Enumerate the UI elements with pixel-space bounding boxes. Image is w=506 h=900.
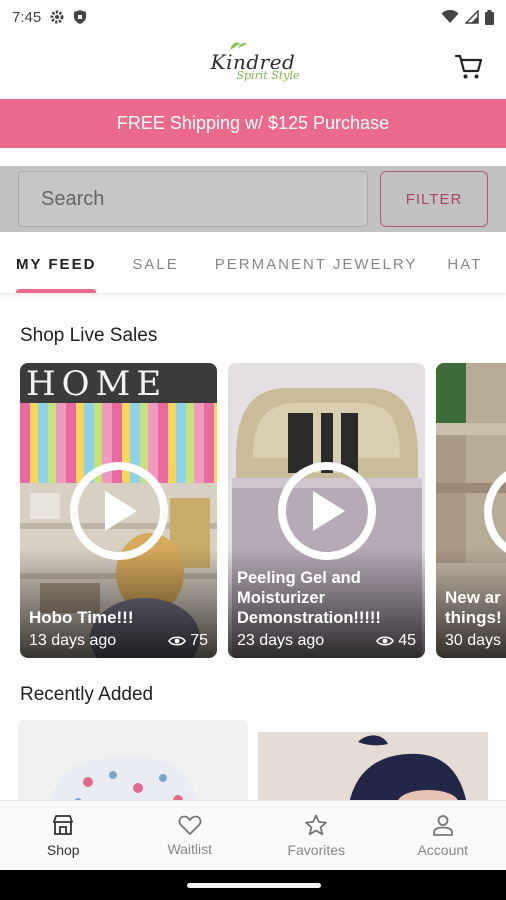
product-image bbox=[258, 732, 488, 810]
category-tabs: MY FEED SALE PERMANENT JEWELRY HAT bbox=[0, 236, 506, 294]
bottom-navigation: Shop Waitlist Favorites Account bbox=[0, 800, 506, 870]
nav-shop[interactable]: Shop bbox=[0, 801, 127, 870]
eye-icon bbox=[168, 636, 187, 646]
home-gesture-handle[interactable] bbox=[187, 883, 321, 888]
tab-hat[interactable]: HAT bbox=[447, 236, 483, 293]
promo-banner[interactable]: FREE Shipping w/ $125 Purchase bbox=[0, 99, 506, 148]
product-image bbox=[18, 720, 248, 810]
wifi-icon bbox=[441, 10, 459, 24]
live-sale-title: New ar things! bbox=[445, 588, 502, 627]
tab-label: HAT bbox=[447, 256, 483, 273]
nav-account[interactable]: Account bbox=[380, 801, 506, 870]
live-sale-card[interactable]: New ar things! 30 days bbox=[436, 363, 506, 658]
nav-label: Favorites bbox=[287, 841, 346, 858]
status-time: 7:45 bbox=[12, 8, 42, 26]
nav-label: Account bbox=[417, 842, 469, 858]
battery-icon bbox=[485, 9, 494, 25]
filter-button[interactable]: FILTER bbox=[380, 171, 488, 227]
active-tab-indicator bbox=[16, 288, 97, 293]
cart-button[interactable] bbox=[454, 52, 484, 82]
search-input[interactable] bbox=[18, 171, 368, 227]
brand-logo[interactable]: Kindred Spirit Style bbox=[207, 52, 300, 81]
tab-label: PERMANENT JEWELRY bbox=[214, 256, 418, 273]
nav-label: Shop bbox=[46, 842, 80, 858]
live-sale-age: 23 days ago bbox=[237, 632, 325, 649]
section-title-recently-added: Recently Added bbox=[20, 684, 154, 705]
svg-text:HOME: HOME bbox=[26, 364, 167, 404]
person-icon bbox=[432, 815, 453, 836]
play-icon[interactable] bbox=[69, 462, 168, 560]
live-sale-card[interactable]: HOME Hobo Time!!! 13 days ago 75 bbox=[20, 363, 217, 658]
live-sale-views: 45 bbox=[398, 632, 416, 649]
live-sale-meta: 30 days bbox=[445, 632, 506, 650]
system-navigation-bar bbox=[0, 870, 506, 900]
play-icon[interactable] bbox=[277, 462, 376, 560]
settings-gear-icon bbox=[49, 9, 65, 25]
tab-label: SALE bbox=[132, 256, 179, 273]
product-card[interactable] bbox=[18, 720, 248, 810]
tab-sale[interactable]: SALE bbox=[132, 236, 179, 293]
live-sale-age: 30 days bbox=[445, 632, 502, 649]
promo-text: FREE Shipping w/ $125 Purchase bbox=[116, 113, 390, 133]
section-title-live-sales: Shop Live Sales bbox=[20, 325, 158, 346]
signal-icon bbox=[465, 10, 479, 24]
status-bar: 7:45 bbox=[0, 0, 506, 34]
live-sale-title: Peeling Gel and Moisturizer Demonstratio… bbox=[237, 569, 381, 627]
nav-label: Waitlist bbox=[167, 841, 213, 857]
nav-waitlist[interactable]: Waitlist bbox=[127, 801, 254, 870]
product-card[interactable] bbox=[258, 732, 488, 810]
live-sale-meta: 23 days ago 45 bbox=[237, 632, 416, 650]
recently-added-list bbox=[18, 720, 488, 810]
logo-sub-text: Spirit Style bbox=[236, 68, 300, 82]
leaf-icon bbox=[230, 42, 247, 50]
shield-icon bbox=[73, 9, 87, 25]
eye-icon bbox=[376, 636, 395, 646]
cart-icon bbox=[455, 54, 483, 79]
live-sales-carousel: HOME Hobo Time!!! 13 days ago 75 Peeling… bbox=[20, 363, 506, 658]
app-header: Kindred Spirit Style bbox=[0, 34, 506, 98]
nav-favorites[interactable]: Favorites bbox=[253, 801, 380, 870]
shop-icon bbox=[53, 815, 74, 835]
live-sale-views: 75 bbox=[190, 632, 208, 649]
live-sale-card[interactable]: Peeling Gel and Moisturizer Demonstratio… bbox=[228, 363, 425, 658]
search-bar: FILTER bbox=[0, 166, 506, 232]
tab-permanent-jewelry[interactable]: PERMANENT JEWELRY bbox=[214, 236, 418, 293]
tab-my-feed[interactable]: MY FEED bbox=[16, 236, 97, 293]
heart-icon bbox=[178, 815, 202, 835]
live-sale-meta: 13 days ago 75 bbox=[29, 632, 208, 650]
live-sale-title: Hobo Time!!! bbox=[29, 608, 134, 627]
star-icon bbox=[305, 814, 328, 835]
live-sale-age: 13 days ago bbox=[29, 632, 117, 649]
tab-label: MY FEED bbox=[16, 256, 97, 273]
